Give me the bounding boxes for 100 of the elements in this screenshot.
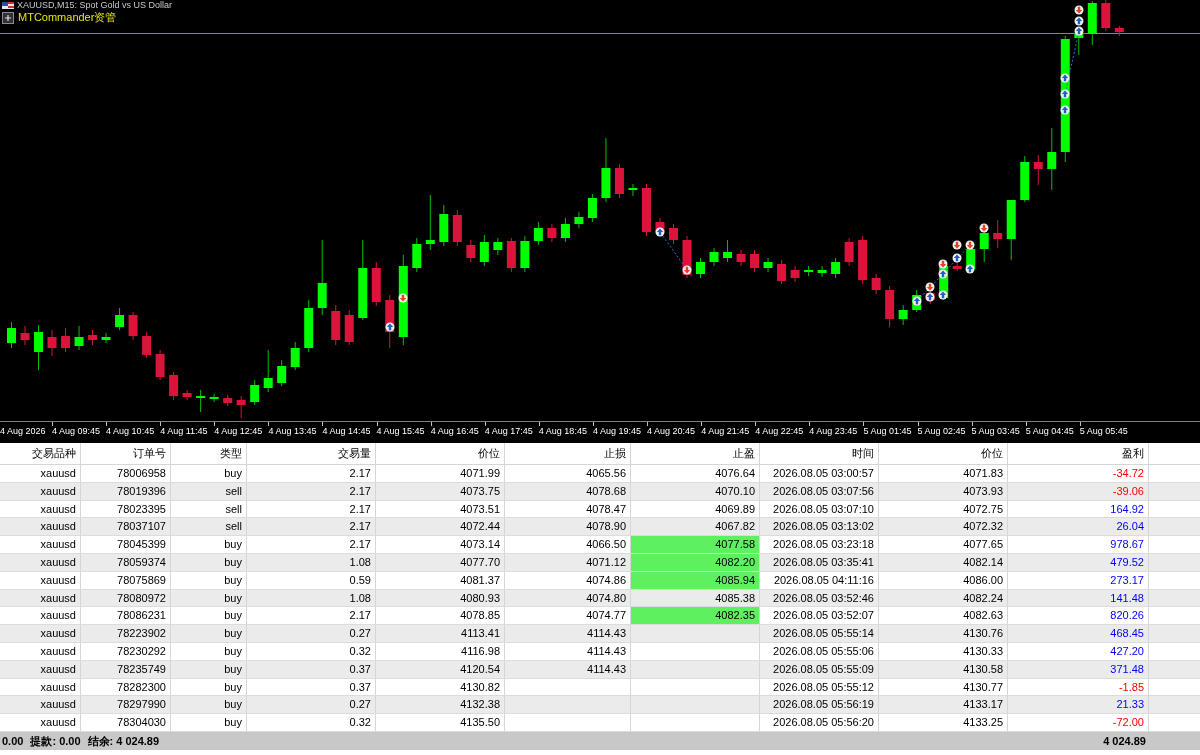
table-cell: 141.48 [1008,589,1149,607]
table-row[interactable]: xauusd 78045399 buy 2.17 4073.14 4066.50 4077.58 2026.08.05 03:23:18 4077.65 978.67 [0,536,1200,554]
table-cell: 78297990 [81,696,171,714]
table-cell: 4065.56 [505,465,631,482]
axis-label: 5 Aug 04:45 [1025,426,1075,437]
table-cell: 4114.43 [505,660,631,678]
table-row[interactable]: xauusd 78304030 buy 0.32 4135.50 2026.08.05 05:56:20 4133.25 -72.00 [0,714,1200,732]
table-cell: 4073.51 [376,500,505,518]
bearish-candle [750,249,760,273]
bullish-candle [587,193,597,223]
table-cell: xauusd [0,500,81,518]
up-arrow-icon [1074,26,1084,36]
column-header[interactable]: 时间 [760,443,879,464]
table-row[interactable]: xauusd 78297990 buy 0.27 4132.38 2026.08.05 05:56:19 4133.17 21.33 [0,696,1200,715]
down-arrow-icon [925,282,935,292]
table-cell: 2.17 [247,500,376,518]
table-cell: 4078.68 [505,482,631,500]
axis-label: 4 Aug 2026 [0,426,47,437]
table-cell: 4069.89 [631,500,760,518]
bearish-candle [669,223,678,245]
bearish-candle [790,265,800,283]
table-cell: buy [171,678,247,696]
table-cell: sell [171,518,247,536]
column-header[interactable]: 止损 [505,443,631,464]
axis-label: 4 Aug 18:45 [538,426,588,437]
table-cell: 371.48 [1008,660,1149,678]
table-row[interactable]: xauusd 78223902 buy 0.27 4113.41 4114.43 2026.08.05 05:55:14 4130.76 468.45 [0,625,1200,643]
bearish-candle [452,209,462,247]
column-header[interactable]: 盈利 [1008,443,1149,464]
bearish-candle [506,237,516,273]
column-header[interactable]: 止盈 [631,443,760,464]
up-arrow-icon [1060,73,1070,83]
bullish-candle [1087,0,1097,46]
table-cell: xauusd [0,678,81,696]
axis-label: 5 Aug 02:45 [917,426,967,437]
trade-connector-line [919,277,941,298]
bearish-candle [169,371,179,401]
table-cell: 4073.93 [879,482,1008,500]
axis-label: 4 Aug 17:45 [484,426,534,437]
table-cell: 4130.58 [879,660,1008,678]
column-header[interactable]: 交易量 [247,443,376,464]
table-cell: 0.59 [247,571,376,589]
bullish-candle [425,194,435,251]
column-header[interactable]: 价位 [376,443,505,464]
bullish-candle [412,237,422,273]
bearish-candle [142,331,152,359]
table-cell: 4082.24 [879,589,1008,607]
table-cell: 4077.65 [879,536,1008,553]
bearish-candle [844,237,854,267]
down-arrow-icon [398,293,408,303]
table-cell: sell [171,482,247,500]
bullish-candle [7,321,16,349]
table-cell: buy [171,465,247,482]
column-header[interactable]: 类型 [171,443,247,464]
table-row[interactable]: xauusd 78086231 buy 2.17 4078.85 4074.77 4082.35 2026.08.05 03:52:07 4082.63 820.26 [0,607,1200,626]
bullish-candle [439,204,449,247]
table-cell: buy [171,607,247,625]
column-header[interactable]: 价位 [879,443,1008,464]
trade-connector-line [945,248,968,271]
axis-label: 4 Aug 09:45 [52,426,102,437]
table-cell: 4081.37 [376,571,505,589]
table-cell: 2026.08.05 03:13:02 [760,518,879,536]
table-cell: 4085.38 [631,589,760,607]
plus-icon[interactable] [2,11,14,24]
table-cell: 78086231 [81,607,171,625]
table-cell: 164.92 [1008,500,1149,518]
bearish-candle [466,239,476,263]
table-cell: xauusd [0,571,81,589]
bullish-candle [304,299,314,353]
table-cell: 4082.14 [879,554,1008,571]
table-row[interactable]: xauusd 78006958 buy 2.17 4071.99 4065.56 4076.64 2026.08.05 03:00:57 4071.83 -34.72 [0,465,1200,483]
table-cell: 0.27 [247,625,376,642]
table-cell: 4077.70 [376,554,505,571]
table-cell: xauusd [0,607,81,625]
down-arrow-icon [979,223,989,233]
table-cell: 4132.38 [376,696,505,714]
axis-label: 4 Aug 11:45 [160,426,209,437]
table-cell: xauusd [0,536,81,553]
status-text: 结余: 4 024.89 [87,733,160,749]
table-cell: 78223902 [81,625,171,642]
down-arrow-icon [965,240,975,250]
table-row[interactable]: xauusd 78037107 sell 2.17 4072.44 4078.90 4067.82 2026.08.05 03:13:02 4072.32 26.04 [0,518,1200,537]
column-header[interactable]: 交易品种 [0,443,81,464]
down-arrow-icon [952,240,962,250]
bearish-candle [777,259,787,285]
axis-label: 4 Aug 21:45 [701,426,751,437]
down-arrow-icon [1074,5,1084,15]
table-cell: 427.20 [1008,642,1149,660]
table-cell: 4120.54 [376,660,505,678]
table-cell: 4071.83 [879,465,1008,482]
column-header[interactable]: 订单号 [81,443,171,464]
chart-title: XAUUSD,M15: Spot Gold vs US Dollar [17,0,173,10]
bearish-candle [885,285,895,328]
up-arrow-icon [1060,105,1070,115]
table-cell: 78059374 [81,554,171,571]
table-cell: 2.17 [247,482,376,500]
axis-label: 4 Aug 22:45 [755,426,805,437]
table-cell: 4082.63 [879,607,1008,625]
bearish-candle [155,349,165,381]
table-cell: 4130.77 [879,678,1008,696]
